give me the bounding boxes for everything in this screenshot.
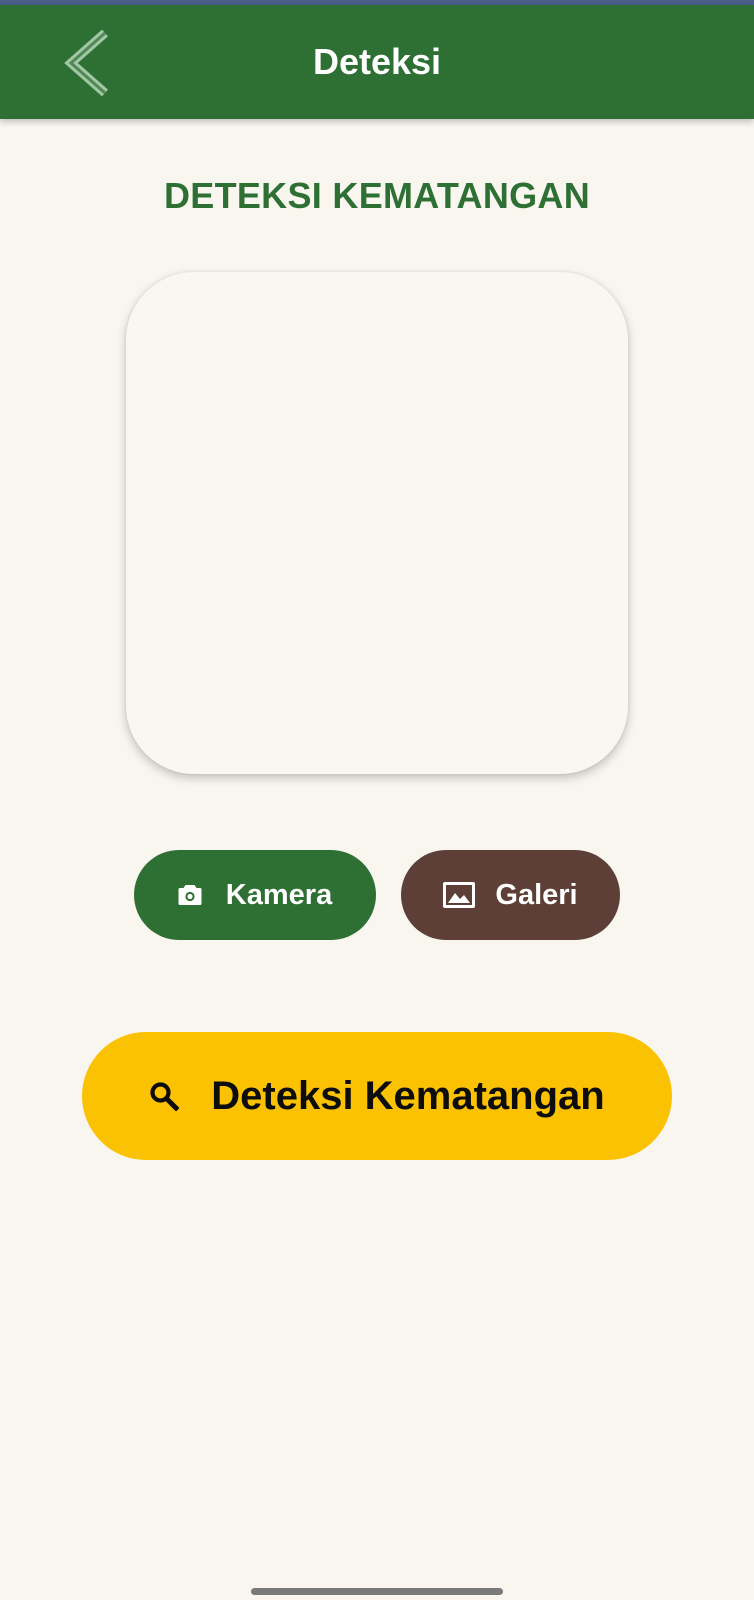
app-bar: Deteksi bbox=[0, 5, 754, 119]
detect-maturity-label: Deteksi Kematangan bbox=[211, 1073, 605, 1118]
gallery-button[interactable]: Galeri bbox=[401, 850, 620, 940]
back-button[interactable] bbox=[54, 27, 118, 99]
gallery-button-label: Galeri bbox=[495, 878, 578, 911]
home-indicator[interactable] bbox=[251, 1588, 503, 1595]
camera-button[interactable]: Kamera bbox=[134, 850, 376, 940]
camera-icon bbox=[178, 884, 202, 906]
image-preview-area bbox=[126, 272, 628, 774]
section-heading: DETEKSI KEMATANGAN bbox=[163, 175, 591, 216]
image-icon bbox=[443, 882, 476, 908]
detect-maturity-button[interactable]: Deteksi Kematangan bbox=[82, 1032, 672, 1160]
camera-button-label: Kamera bbox=[225, 878, 333, 911]
search-icon bbox=[149, 1081, 180, 1111]
chevron-left-icon bbox=[64, 29, 108, 97]
